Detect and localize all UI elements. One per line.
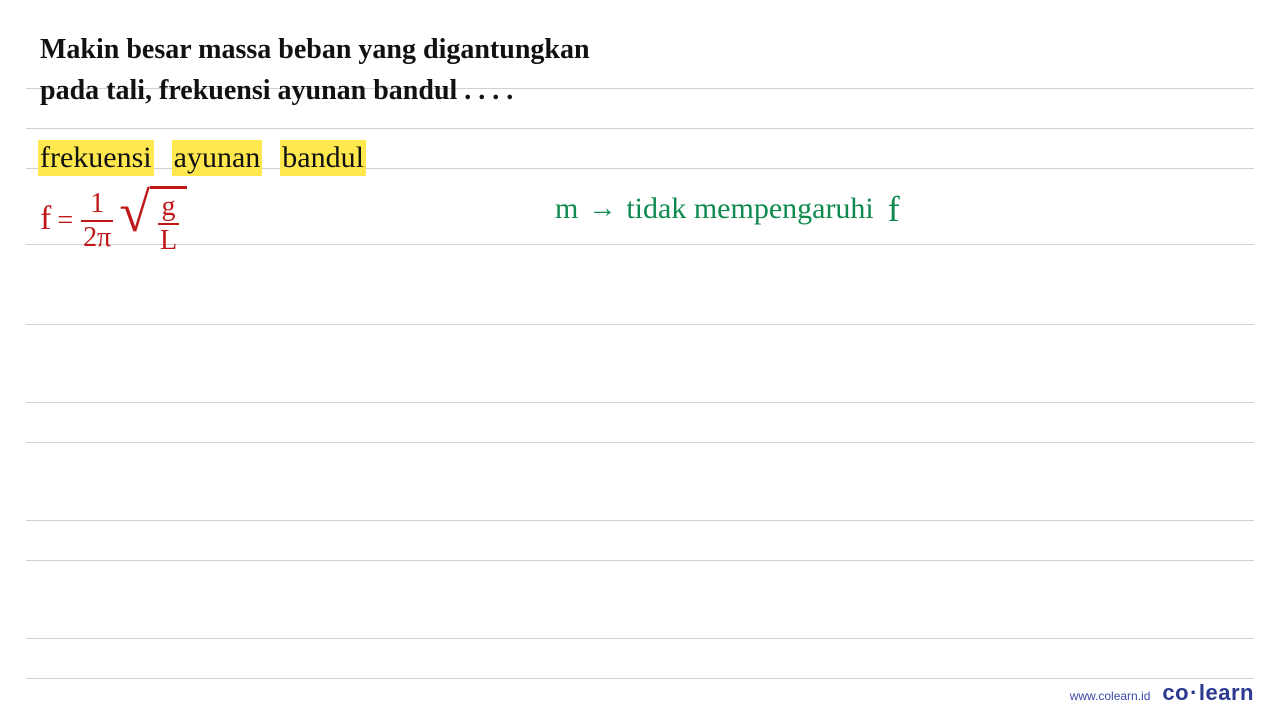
radical-sign: √	[119, 188, 150, 257]
question-line-1: Makin besar massa beban yang digantungka…	[40, 34, 590, 65]
question-text: Makin besar massa beban yang digantungka…	[40, 30, 680, 111]
fraction-g-over-l: g L	[158, 193, 179, 255]
highlighted-phrase: frekuensi ayunan bandul	[38, 140, 366, 176]
arrow-icon: →	[588, 193, 616, 225]
pendulum-frequency-formula: f = 1 2π √ g L	[40, 186, 187, 255]
highlight-word-1: frekuensi	[38, 140, 154, 176]
equals-sign: =	[57, 205, 73, 237]
fraction-numerator: 1	[88, 190, 106, 218]
highlight-word-2: ayunan	[172, 140, 263, 176]
mass-note: m → tidak mempengaruhi f	[555, 188, 900, 230]
radicand-denominator: L	[158, 227, 179, 255]
fraction-one-over-two-pi: 1 2π	[81, 190, 113, 252]
frequency-symbol: f	[888, 188, 900, 230]
brand-logo: co·learn	[1162, 680, 1254, 706]
mass-symbol: m	[555, 192, 578, 226]
brand-suffix: learn	[1199, 680, 1254, 705]
note-text: tidak mempengaruhi	[626, 192, 873, 226]
brand-dot: ·	[1190, 680, 1198, 705]
radicand: g L	[150, 186, 187, 255]
footer-url: www.colearn.id	[1070, 689, 1151, 703]
radicand-numerator: g	[160, 193, 178, 221]
square-root: √ g L	[119, 186, 187, 255]
brand-prefix: co	[1162, 680, 1189, 705]
footer: www.colearn.id co·learn	[1070, 680, 1254, 706]
fraction-denominator: 2π	[81, 224, 113, 252]
formula-lhs: f	[40, 200, 51, 238]
highlight-word-3: bandul	[280, 140, 366, 176]
question-line-2: pada tali, frekuensi ayunan bandul . . .…	[40, 75, 513, 106]
